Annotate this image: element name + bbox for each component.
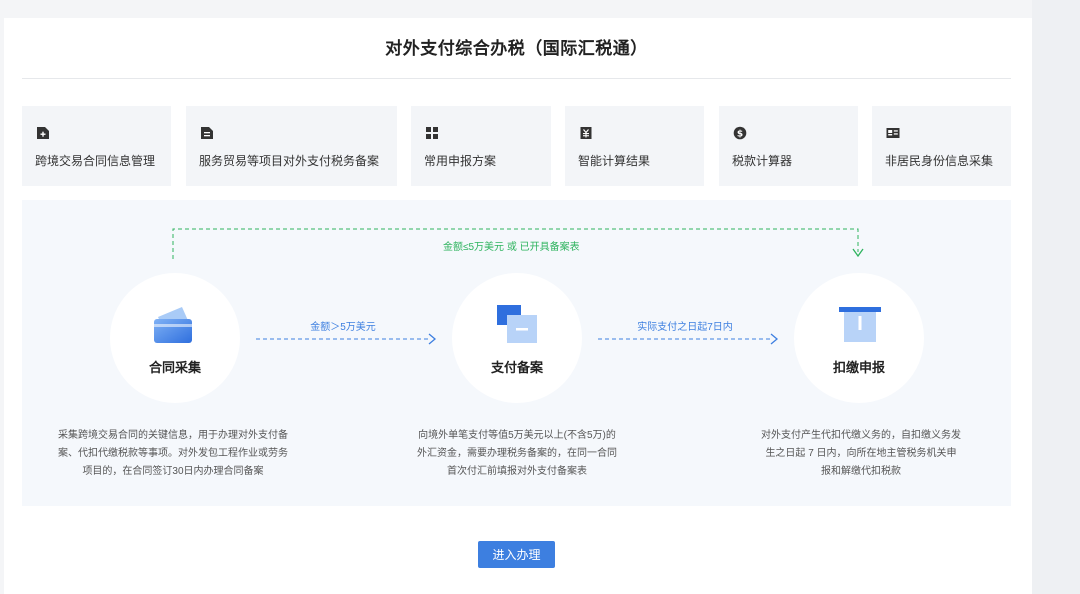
step-contract-collection: 合同采集 [110, 273, 240, 403]
arrow-condition-label: 金额＞5万美元 [310, 322, 376, 333]
step-description-contract: 采集跨境交易合同的关键信息，用于办理对外支付备 案、代扣代缴税款等事项。对外发包… [40, 427, 306, 481]
enter-process-button[interactable]: 进入办理 [478, 541, 555, 568]
description-line: 采集跨境交易合同的关键信息，用于办理对外支付备 [58, 430, 288, 441]
step-label: 支付备案 [490, 360, 543, 375]
description-line: 案、代扣代缴税款等事项。对外发包工程作业或劳务 [58, 448, 288, 459]
description-line: 项目的，在合同签订30日内办理合同备案 [82, 466, 264, 477]
bypass-condition-label: 金额≤5万美元 或 已开具备案表 [443, 242, 580, 253]
card-icon [154, 307, 192, 343]
description-line: 生之日起 7 日内，向所在地主管税务机关申 [765, 448, 957, 459]
step-withholding-declaration: 扣缴申报 [794, 273, 924, 403]
description-line: 首次付汇前填报对外支付备案表 [447, 466, 587, 477]
description-line: 向境外单笔支付等值5万美元以上(不含5万)的 [418, 430, 616, 441]
copy-document-icon [497, 305, 537, 343]
step-description-withholding: 对外支付产生代扣代缴义务的，自扣缴义务发 生之日起 7 日内，向所在地主管税务机… [742, 427, 980, 481]
description-line: 对外支付产生代扣代缴义务的，自扣缴义务发 [761, 430, 961, 441]
description-line: 报和解缴代扣税款 [821, 466, 901, 477]
step-description-payment: 向境外单笔支付等值5万美元以上(不含5万)的 外汇资金，需要办理税务备案的，在同… [398, 427, 636, 481]
tax-declare-icon [839, 307, 881, 342]
step-label: 扣缴申报 [832, 360, 885, 375]
description-line: 外汇资金，需要办理税务备案的，在同一合同 [417, 448, 617, 459]
step-payment-filing: 支付备案 [452, 273, 582, 403]
arrow-condition-label: 实际支付之日起7日内 [637, 322, 733, 333]
step-label: 合同采集 [148, 360, 201, 375]
